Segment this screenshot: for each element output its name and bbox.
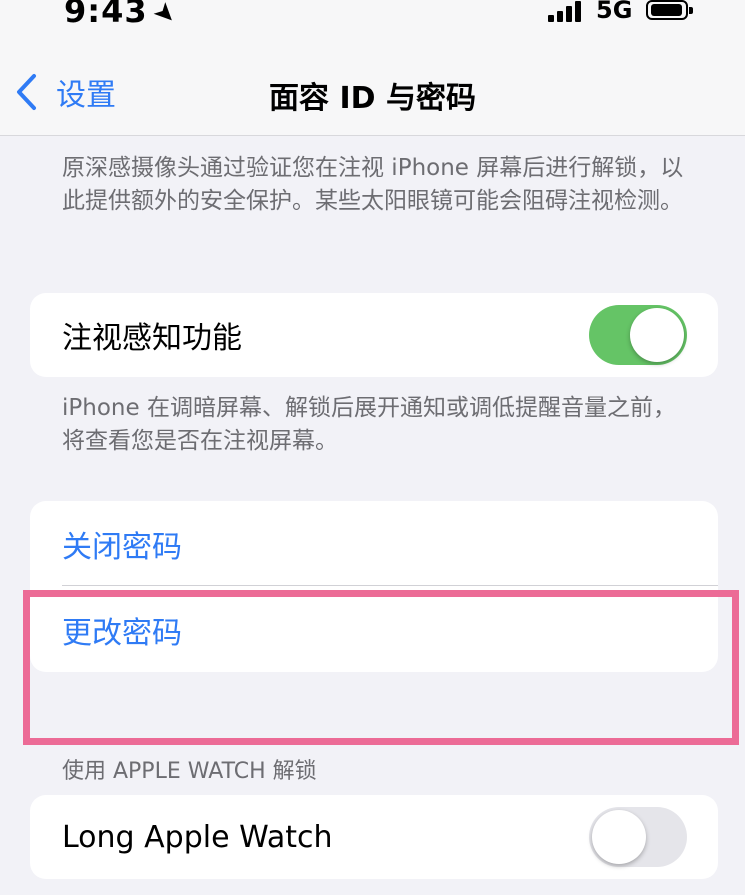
attention-aware-label: 注视感知功能	[62, 321, 242, 356]
page-title: 面容 ID 与密码	[269, 81, 476, 116]
network-type: 5G	[596, 0, 633, 24]
attention-aware-card: 注视感知功能	[30, 293, 718, 377]
battery-icon	[646, 0, 693, 20]
navigation-bar: 设置 面容 ID 与密码	[0, 40, 745, 136]
turn-off-passcode-row[interactable]: 关闭密码	[30, 501, 718, 586]
apple-watch-row: Long Apple Watch	[30, 795, 718, 879]
attention-note: 原深感摄像头通过验证您在注视 iPhone 屏幕后进行解锁，以此提供额外的安全保…	[62, 155, 684, 214]
status-time: 9:43➤	[64, 0, 184, 33]
turn-off-passcode-button[interactable]: 关闭密码	[62, 522, 182, 566]
attention-aware-note: iPhone 在调暗屏幕、解锁后展开通知或调低提醒音量之前，将查看您是否在注视屏…	[62, 395, 676, 454]
cellular-signal-icon	[548, 0, 588, 22]
highlight-annotation	[23, 590, 739, 745]
row-divider	[62, 585, 718, 586]
status-bar: 9:43➤ 5G	[0, 0, 745, 40]
attention-aware-toggle[interactable]	[589, 305, 687, 365]
apple-watch-section-header: 使用 APPLE WATCH 解锁	[62, 759, 317, 784]
apple-watch-label: Long Apple Watch	[62, 819, 333, 855]
location-arrow-icon: ➤	[146, 0, 184, 33]
attention-aware-row: 注视感知功能	[30, 293, 718, 377]
apple-watch-card: Long Apple Watch	[30, 795, 718, 879]
apple-watch-toggle[interactable]	[589, 807, 687, 867]
